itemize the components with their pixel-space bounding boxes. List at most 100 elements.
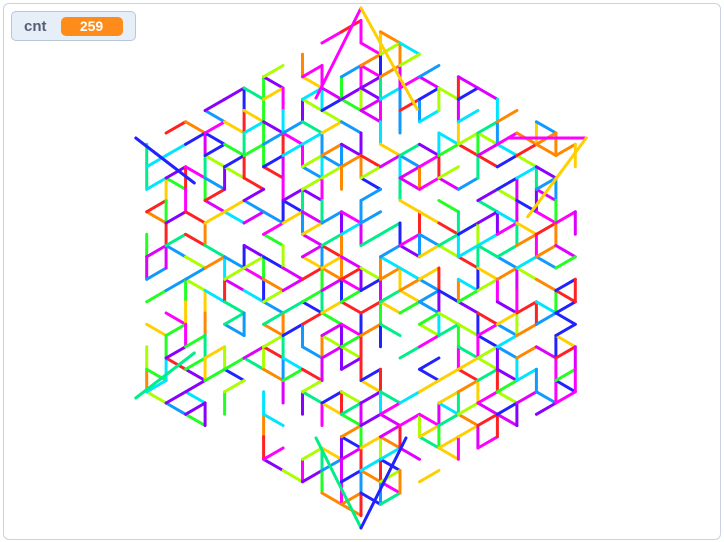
pen-stroke [262, 86, 285, 101]
pen-stroke [242, 109, 266, 124]
pen-stroke [359, 322, 382, 337]
pen-stroke [359, 64, 382, 79]
pen-stroke [359, 390, 382, 405]
pen-stroke [379, 221, 402, 236]
pen-stroke [554, 345, 577, 360]
pen-stroke [301, 210, 324, 225]
pen-stroke [554, 277, 577, 292]
pen-stroke [242, 176, 266, 191]
pen-stroke [359, 300, 382, 315]
pen-stroke [456, 86, 480, 101]
pen-stroke [359, 97, 382, 112]
pen-stroke [340, 322, 363, 337]
pen-stroke [554, 255, 577, 270]
pen-stroke [145, 176, 168, 191]
pen-stroke [515, 345, 538, 360]
pen-stroke [320, 255, 343, 270]
pen-stroke [456, 244, 480, 259]
pen-stroke [242, 210, 266, 225]
pen-stroke [418, 356, 441, 371]
pen-stroke [262, 232, 285, 247]
pen-stroke [301, 97, 324, 112]
pen-stroke [359, 435, 382, 450]
pen-stroke [223, 266, 246, 281]
pen-stroke [203, 176, 227, 191]
pen-stroke [340, 97, 363, 112]
pen-stroke [534, 142, 558, 157]
pen-stroke [379, 255, 402, 270]
pen-stroke [320, 232, 343, 247]
pen-stroke [359, 412, 382, 427]
pen-stroke [495, 255, 519, 270]
pen-stroke [301, 345, 324, 360]
pen-stroke [340, 412, 363, 427]
pen-stroke [145, 390, 168, 405]
pen-stroke [515, 165, 538, 180]
pen-stroke [456, 322, 480, 337]
pen-stroke [184, 232, 207, 247]
pen-stroke [418, 334, 441, 349]
pen-stroke [223, 311, 246, 326]
pen-stroke [262, 311, 285, 326]
pen-stroke [515, 255, 538, 270]
pen-stroke [476, 154, 499, 169]
pen-stroke [437, 131, 460, 146]
pen-stroke [554, 334, 577, 349]
pen-stroke [262, 322, 285, 337]
pen-stroke [340, 334, 363, 349]
pen-stroke [437, 390, 460, 405]
pen-stroke [437, 289, 460, 304]
pen-stroke [262, 64, 285, 79]
pen-stroke [379, 154, 402, 169]
pen-stroke [203, 255, 227, 270]
pen-stroke [495, 244, 519, 259]
variable-monitor[interactable]: cnt 259 [11, 11, 136, 41]
pen-stroke [398, 390, 421, 405]
pen-stroke [203, 289, 227, 304]
pen-stroke [262, 210, 285, 225]
pen-stroke [398, 345, 421, 360]
pen-stroke [534, 210, 558, 225]
pen-stroke [262, 255, 285, 270]
pen-stroke [437, 176, 460, 191]
pen-stroke [379, 289, 402, 304]
pen-stroke [340, 210, 363, 225]
pen-stroke [320, 345, 343, 360]
pen-stroke [534, 390, 558, 405]
pen-stroke [495, 379, 519, 394]
pen-stroke [184, 334, 207, 349]
pen-stroke [320, 334, 343, 349]
pen-stroke [515, 322, 538, 337]
pen-stroke [495, 154, 519, 169]
pen-stroke [554, 142, 577, 157]
pen-stroke [164, 277, 188, 292]
pen-stroke [418, 412, 441, 427]
pen-stroke [184, 210, 207, 225]
pen-stroke [476, 142, 499, 157]
pen-stroke [359, 379, 382, 394]
pen-stroke [281, 356, 304, 371]
pen-stroke [164, 311, 188, 326]
pen-stroke [418, 300, 441, 315]
pen-stroke [418, 266, 441, 281]
pen-stroke [456, 289, 480, 304]
pen-stroke [495, 390, 519, 405]
pen-stroke [379, 390, 402, 405]
pen-stroke [203, 97, 227, 112]
pen-stroke [359, 86, 382, 101]
pen-stroke [515, 232, 538, 247]
pen-stroke [379, 424, 402, 439]
pen-stroke [262, 277, 285, 292]
pen-stroke [223, 300, 246, 315]
pen-stroke [301, 289, 324, 304]
pen-stroke [301, 311, 324, 326]
pen-stroke [456, 131, 480, 146]
pen-stroke [476, 277, 499, 292]
pen-stroke [534, 165, 558, 180]
stage[interactable]: cnt 259 [3, 3, 721, 540]
pen-stroke [320, 86, 343, 101]
pen-stroke [301, 165, 324, 180]
pen-stroke [495, 300, 519, 315]
pen-stroke [242, 86, 266, 101]
pen-stroke [242, 356, 266, 371]
